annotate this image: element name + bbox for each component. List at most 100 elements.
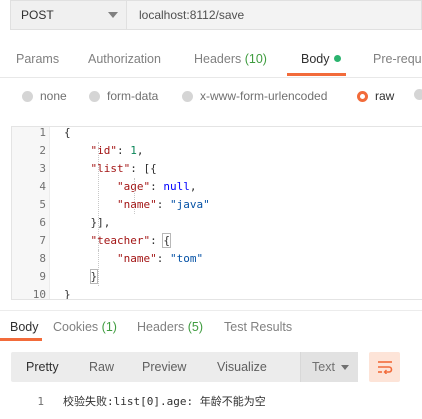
code-line: 2 "id": 1, (12, 142, 422, 160)
pretty-button[interactable]: Pretty (26, 360, 59, 374)
resp-tab-body[interactable]: Body (10, 320, 39, 334)
code-line: 7 "teacher": { (12, 232, 422, 250)
radio-none[interactable]: none (22, 89, 67, 103)
url-value: localhost:8112/save (139, 8, 245, 22)
code-punct: : (150, 234, 164, 247)
code-punct: : (156, 198, 170, 211)
code-text: "id": 1, (64, 142, 144, 160)
resp-tab-cookies-label: Cookies (53, 320, 99, 334)
line-number: 4 (39, 180, 46, 193)
active-tab-indicator (287, 73, 346, 76)
code-text: } (64, 286, 71, 299)
resp-tab-cookies[interactable]: Cookies (1) (53, 320, 117, 334)
format-select[interactable]: Text (300, 352, 358, 382)
code-punct: } (89, 269, 99, 284)
line-number: 2 (39, 144, 46, 157)
line-number: 6 (39, 216, 46, 229)
resp-tab-test-results[interactable]: Test Results (224, 320, 292, 334)
code-punct: : (117, 144, 131, 157)
json-key: "name" (116, 252, 157, 265)
json-value: null (163, 180, 190, 193)
visualize-button[interactable]: Visualize (217, 360, 267, 374)
active-response-tab-indicator (0, 338, 42, 341)
radio-circle-icon (414, 89, 422, 100)
radio-urlencoded[interactable]: x-www-form-urlencoded (182, 89, 327, 103)
json-value: "tom" (169, 252, 204, 265)
body-type-radios: none form-data x-www-form-urlencoded raw (0, 86, 422, 108)
tab-params[interactable]: Params (16, 52, 59, 66)
radio-selected-icon (357, 90, 368, 102)
radio-urlencoded-label: x-www-form-urlencoded (200, 89, 328, 103)
json-value: "java" (169, 198, 210, 211)
preview-button[interactable]: Preview (142, 360, 186, 374)
code-line: 1{ (12, 127, 422, 142)
response-view-toolbar: Pretty Raw Preview Visualize Text (11, 352, 358, 382)
line-number: 5 (39, 198, 46, 211)
tab-body[interactable]: Body (301, 52, 341, 66)
tab-body-label: Body (301, 52, 330, 66)
code-text: }], (64, 214, 111, 232)
line-number: 9 (39, 270, 46, 283)
code-line: 8 "name": "tom" (12, 250, 422, 268)
code-line: 4 "age": null, (12, 178, 422, 196)
code-punct: }], (90, 216, 111, 229)
tab-authorization[interactable]: Authorization (88, 52, 161, 66)
line-number: 7 (39, 234, 46, 247)
code-line: 5 "name": "java" (12, 196, 422, 214)
resp-tab-headers-label: Headers (137, 320, 185, 334)
line-number: 10 (32, 288, 46, 300)
json-key: "id" (90, 144, 118, 157)
radio-form-data[interactable]: form-data (89, 89, 158, 103)
indent-guide (134, 178, 135, 214)
request-body-editor[interactable]: 1{2 "id": 1, 3 "list": [{4 "age": null, 5 … (11, 126, 422, 300)
json-value: 1 (130, 144, 137, 157)
code-text: "teacher": { (64, 232, 171, 250)
radio-circle-icon (22, 90, 33, 102)
response-body-line: 1 校验失败:list[0].age: 年龄不能为空 (0, 393, 422, 411)
json-key: "name" (116, 198, 157, 211)
code-line: 10} (12, 286, 422, 300)
response-body-text: 校验失败:list[0].age: 年龄不能为空 (63, 395, 266, 408)
json-value: { (162, 233, 171, 248)
code-punct: , (136, 144, 144, 157)
response-tabs: Body Cookies (1) Headers (5) Test Result… (0, 310, 422, 341)
tab-headers-label: Headers (194, 52, 242, 66)
code-line: 6 }], (12, 214, 422, 232)
radio-none-label: none (40, 89, 67, 103)
json-key: "list" (90, 162, 131, 175)
format-select-value: Text (312, 360, 335, 374)
radio-more[interactable] (414, 89, 422, 100)
code-punct: : (150, 180, 164, 193)
code-line: 9 } (12, 268, 422, 286)
json-key: "teacher" (90, 234, 151, 247)
url-input[interactable]: localhost:8112/save (126, 0, 422, 30)
code-text: "age": null, (64, 178, 197, 196)
radio-circle-icon (89, 90, 100, 102)
wrap-lines-button[interactable] (369, 352, 400, 382)
code-text: { (64, 127, 71, 142)
tab-headers[interactable]: Headers (10) (194, 52, 267, 66)
wrap-lines-icon (377, 361, 392, 374)
radio-raw-label: raw (375, 89, 395, 103)
raw-button[interactable]: Raw (89, 360, 114, 374)
code-punct: : (156, 252, 170, 265)
chevron-down-icon (341, 365, 349, 370)
resp-tab-headers[interactable]: Headers (5) (137, 320, 203, 334)
line-number: 3 (39, 162, 46, 175)
code-text: "name": "tom" (64, 250, 203, 268)
code-punct: : [{ (130, 162, 157, 175)
radio-raw[interactable]: raw (357, 89, 394, 103)
tab-headers-count: (10) (244, 52, 267, 66)
indent-guide (98, 250, 99, 268)
method-select[interactable]: POST (10, 0, 126, 30)
code-text: "list": [{ (64, 160, 157, 178)
tab-pre-request[interactable]: Pre-reque (373, 52, 422, 66)
chevron-down-icon (108, 12, 118, 18)
